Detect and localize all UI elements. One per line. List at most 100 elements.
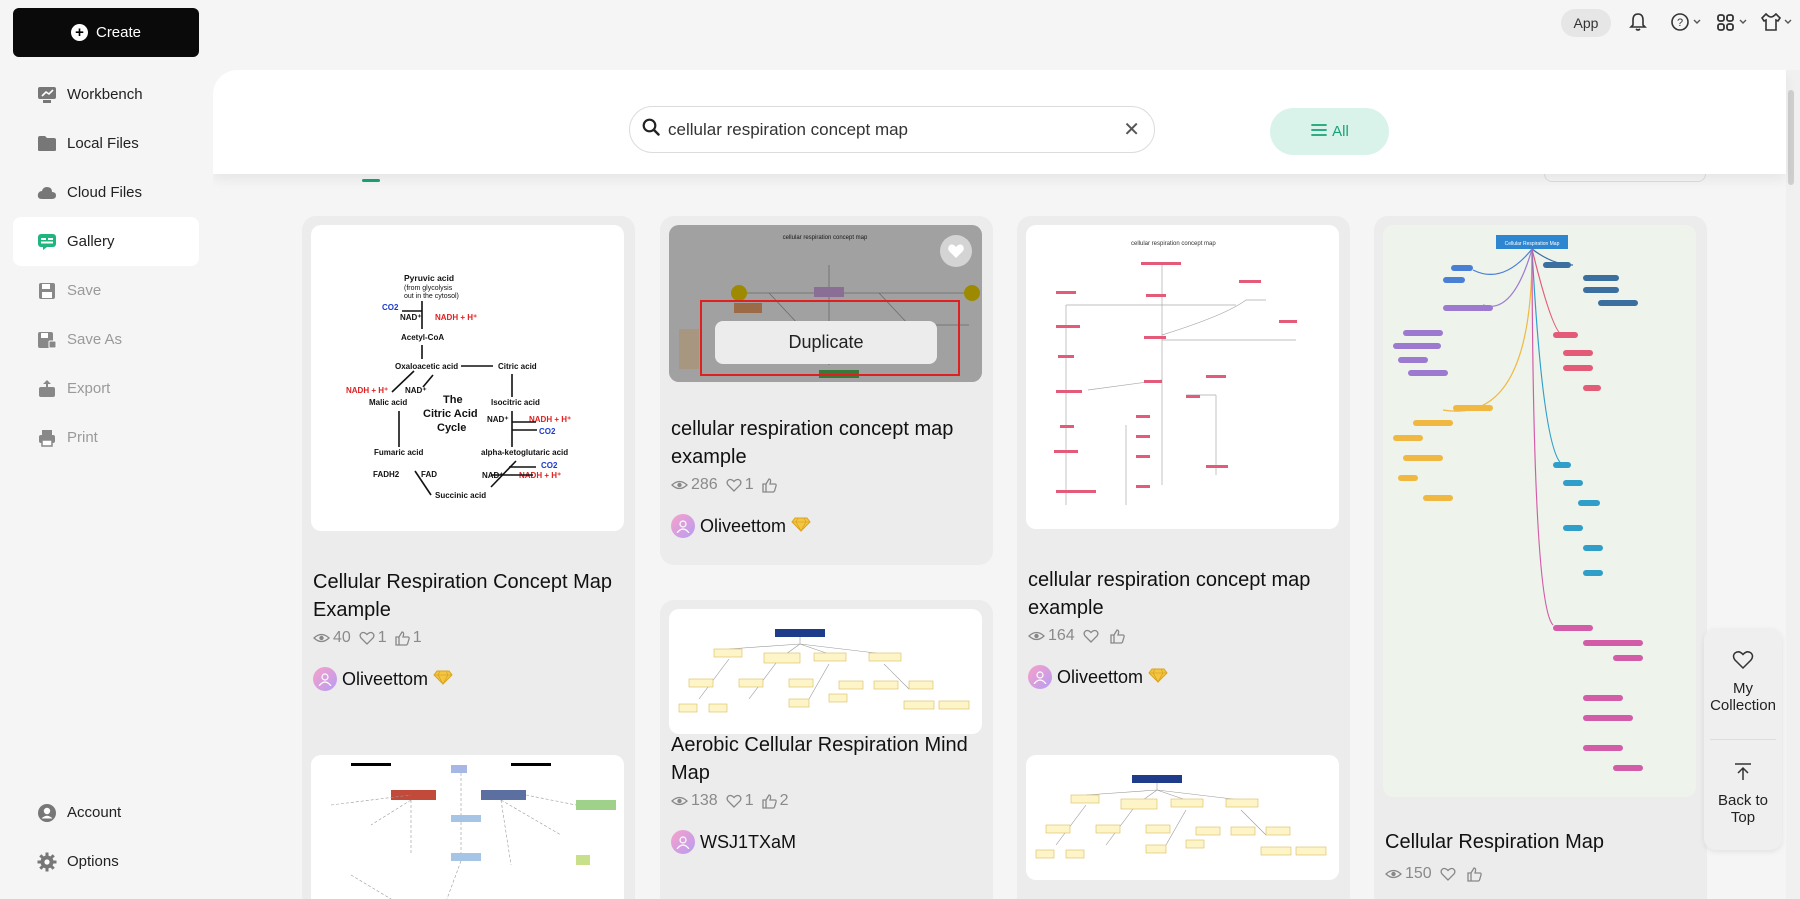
citric-text: The (443, 394, 463, 406)
sidebar-item-label: Local Files (67, 135, 139, 152)
card-thumbnail[interactable]: cellular respiration concept map Duplica… (669, 225, 982, 382)
heart-icon (1440, 867, 1456, 881)
avatar (313, 667, 337, 691)
thumbs-stat[interactable]: 1 (395, 629, 422, 647)
sidebar-item-cloud-files[interactable]: Cloud Files (13, 168, 199, 217)
sidebar-item-print[interactable]: Print (13, 413, 199, 462)
card-thumbnail[interactable]: Cellular Respiration Map (1383, 225, 1696, 797)
sidebar-item-label: Gallery (67, 233, 115, 250)
card-author[interactable]: Oliveettom (313, 667, 453, 691)
sidebar-item-local-files[interactable]: Local Files (13, 119, 199, 168)
likes-stat[interactable]: 1 (726, 476, 754, 494)
citric-text: (from glycolysis (404, 285, 453, 292)
citric-text: Pyruvic acid (404, 273, 454, 283)
gallery-card[interactable]: cellular respiration concept map Duplica… (660, 216, 993, 565)
gallery-card[interactable]: Cellular Respiration Map Cellular Respir… (1374, 216, 1707, 899)
sidebar-item-label: Print (67, 429, 98, 446)
close-icon[interactable]: ✕ (1123, 117, 1140, 142)
card-title[interactable]: cellular respiration concept map example (1028, 566, 1343, 622)
search-input[interactable] (668, 119, 1124, 140)
thumbs-up-icon (761, 477, 777, 493)
eye-icon (671, 796, 688, 806)
eye-icon (1385, 869, 1402, 879)
sidebar-item-save-as[interactable]: Save As (13, 315, 199, 364)
views-stat: 164 (1028, 627, 1075, 645)
folder-icon (37, 134, 57, 154)
sidebar-item-workbench[interactable]: Workbench (13, 70, 199, 119)
likes-stat[interactable] (1083, 629, 1102, 643)
sidebar: + Create Workbench Local Files Cloud Fil… (0, 0, 212, 899)
account-icon (37, 803, 57, 823)
views-count: 286 (691, 476, 718, 493)
export-icon (37, 379, 57, 399)
shirt-icon[interactable] (1760, 10, 1794, 34)
favorite-button[interactable] (940, 235, 972, 267)
likes-stat[interactable]: 1 (726, 792, 754, 810)
card-thumbnail[interactable]: cellular respiration concept map (1026, 225, 1339, 529)
my-collection-button[interactable]: My Collection (1704, 650, 1782, 714)
sidebar-item-save[interactable]: Save (13, 266, 199, 315)
card-title[interactable]: Cellular Respiration Map (1385, 828, 1700, 856)
create-button[interactable]: + Create (13, 8, 199, 57)
thumbs-stat[interactable] (761, 477, 780, 493)
my-collection-label: My (1733, 680, 1753, 697)
search-bar[interactable]: ✕ (629, 106, 1155, 153)
heart-icon (1083, 629, 1099, 643)
card-title[interactable]: cellular respiration concept map example (671, 415, 986, 471)
vip-diamond-icon (791, 516, 811, 537)
arrow-up-icon (1704, 762, 1782, 786)
sidebar-item-label: Export (67, 380, 111, 397)
citric-text: Cycle (437, 422, 466, 434)
likes-count: 1 (377, 629, 387, 646)
sidebar-item-export[interactable]: Export (13, 364, 199, 413)
card-title[interactable]: Aerobic Cellular Respiration Mind Map (671, 731, 986, 787)
card-stats: 286 1 (671, 476, 788, 494)
card-thumbnail[interactable] (669, 609, 982, 734)
gallery-card[interactable]: Aerobic Cellular Respiration Mind Map 13… (660, 600, 993, 899)
thumbs-stat[interactable] (1110, 628, 1128, 644)
help-icon[interactable]: ? (1670, 10, 1704, 34)
apps-grid-icon[interactable] (1716, 10, 1750, 34)
citric-text: Isocitric acid (491, 398, 540, 407)
heart-icon (726, 794, 742, 808)
svg-text:?: ? (1677, 17, 1683, 29)
back-to-top-button[interactable]: Back to Top (1704, 762, 1782, 826)
gallery-card[interactable] (302, 746, 635, 899)
citric-text: CO2 (541, 461, 558, 470)
citric-text: Succinic acid (435, 491, 486, 500)
filter-all-button[interactable]: All (1270, 108, 1389, 155)
card-thumbnail[interactable] (311, 755, 624, 899)
filter-all-label: All (1332, 123, 1349, 140)
citric-text: NAD⁺ (400, 313, 422, 322)
sidebar-item-options[interactable]: Options (13, 837, 199, 886)
citric-text: FADH2 (373, 470, 400, 479)
card-stats: 164 (1028, 627, 1136, 645)
card-author[interactable]: Oliveettom (1028, 665, 1168, 689)
card-thumbnail[interactable]: Pyruvic acid (from glycolysis out in the… (311, 225, 624, 531)
views-count: 150 (1405, 865, 1432, 882)
card-thumbnail[interactable] (1026, 755, 1339, 880)
sidebar-item-label: Options (67, 853, 119, 870)
gallery-card[interactable]: Pyruvic acid (from glycolysis out in the… (302, 216, 635, 782)
author-name: WSJ1TXaM (700, 831, 797, 852)
views-stat: 286 (671, 476, 718, 494)
scrollbar[interactable] (1786, 70, 1800, 899)
citric-text: Citric Acid (423, 408, 478, 420)
card-author[interactable]: WSJ1TXaM (671, 830, 796, 854)
thumbs-up-icon (1467, 866, 1482, 882)
gallery-card[interactable] (1017, 746, 1350, 899)
sidebar-item-account[interactable]: Account (13, 788, 199, 837)
bell-icon[interactable] (1628, 10, 1648, 34)
gallery-card[interactable]: cellular respiration concept map cellula… (1017, 216, 1350, 780)
app-button[interactable]: App (1561, 9, 1611, 37)
thumbs-stat[interactable] (1467, 866, 1485, 882)
thumbs-stat[interactable]: 2 (761, 792, 789, 810)
card-stats: 138 1 2 (671, 792, 797, 810)
scrollbar-thumb[interactable] (1788, 90, 1794, 185)
likes-stat[interactable]: 1 (359, 629, 387, 647)
sidebar-item-label: Workbench (67, 86, 143, 103)
sidebar-item-gallery[interactable]: Gallery (13, 217, 199, 266)
card-author[interactable]: Oliveettom (671, 514, 811, 538)
card-title[interactable]: Cellular Respiration Concept Map Example (313, 568, 628, 624)
likes-stat[interactable] (1440, 867, 1459, 881)
